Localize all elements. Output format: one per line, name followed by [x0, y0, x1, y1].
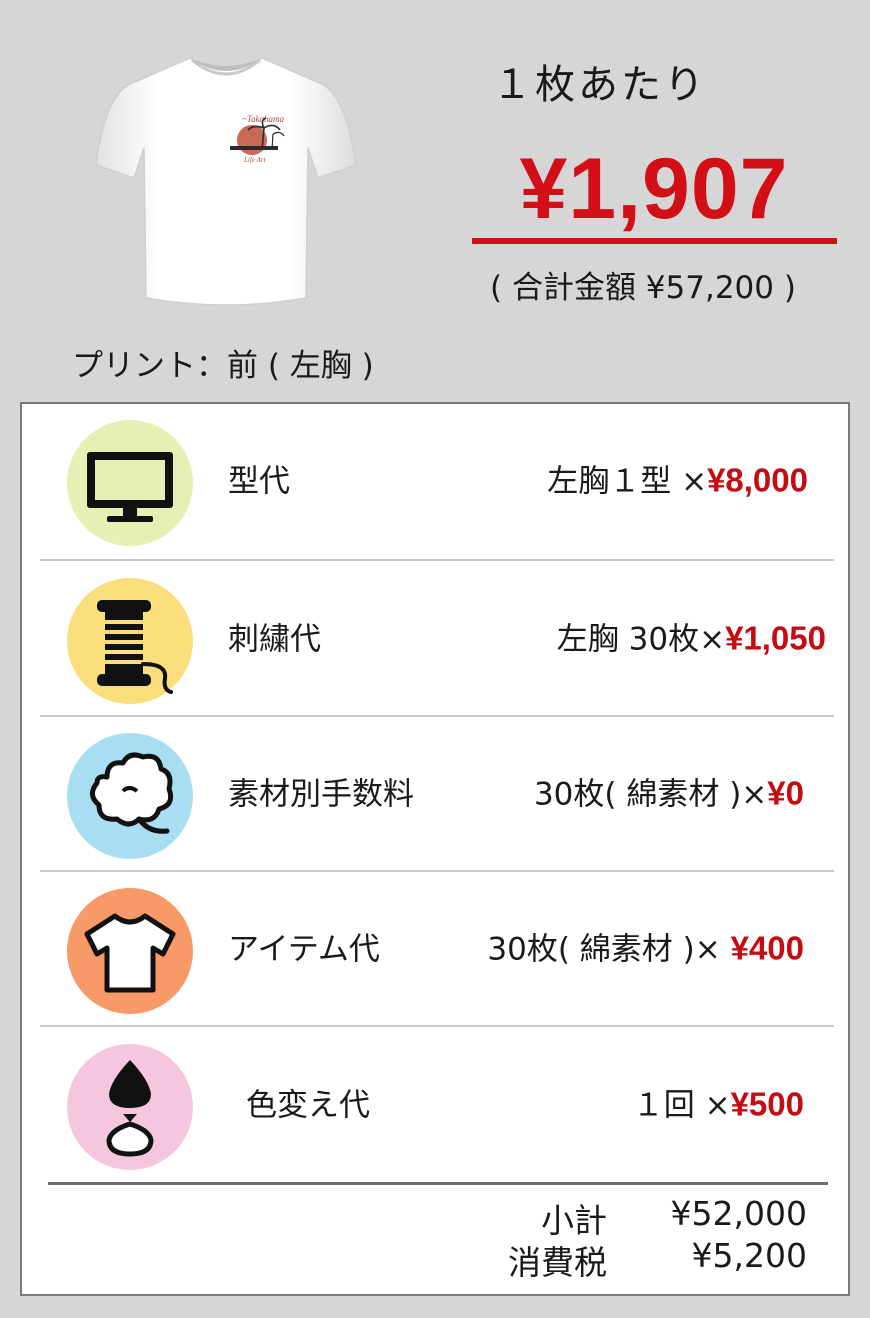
thread-spool-icon	[67, 578, 193, 704]
monitor-icon	[67, 420, 193, 546]
row-divider	[40, 1025, 834, 1027]
item-detail-text: １回 ×	[632, 1087, 731, 1124]
item-detail: 30枚( 綿素材 )×¥0	[534, 769, 804, 814]
item-label: 色変え代	[246, 1087, 370, 1124]
print-location: プリント：前 ( 左胸 )	[72, 348, 374, 384]
tax-value: ¥5,200	[691, 1236, 807, 1275]
per-unit-label: １枚あたり	[492, 62, 707, 108]
list-item: アイテム代 30枚( 綿素材 )× ¥400	[22, 872, 848, 1027]
item-detail: 左胸 30枚×¥1,050	[557, 614, 826, 659]
cotton-icon	[67, 733, 193, 859]
item-detail: １回 ×¥500	[633, 1080, 804, 1125]
item-detail-text: 左胸１型 ×	[547, 463, 708, 500]
row-divider	[40, 559, 834, 561]
total-amount: ( 合計金額 ¥57,200 )	[490, 270, 796, 306]
subtotal-label: 小計	[541, 1201, 607, 1240]
price-breakdown-panel: 型代 左胸１型 ×¥8,000 刺繍代 左胸 30枚×¥1,050 素材別手数料…	[20, 402, 850, 1296]
summary-divider	[48, 1182, 828, 1185]
unit-price: ¥1,907	[519, 141, 789, 237]
subtotal-row: 小計 ¥52,000	[472, 1194, 807, 1240]
item-detail-text: 左胸 30枚×	[556, 621, 726, 658]
item-detail: 左胸１型 ×¥8,000	[547, 456, 808, 501]
tshirt-preview-image: ~Takahama Life Art	[95, 57, 357, 306]
item-amount: ¥8,000	[707, 461, 808, 499]
item-detail-text: 30枚( 綿素材 )×	[487, 931, 731, 968]
subtotal-value: ¥52,000	[670, 1194, 807, 1233]
item-label: 素材別手数料	[228, 776, 414, 813]
item-label: アイテム代	[228, 931, 380, 968]
item-amount: ¥500	[730, 1085, 804, 1123]
list-item: 素材別手数料 30枚( 綿素材 )×¥0	[22, 717, 848, 872]
item-detail: 30枚( 綿素材 )× ¥400	[487, 924, 804, 969]
item-detail-text: 30枚( 綿素材 )×	[533, 776, 768, 813]
item-label: 刺繍代	[228, 621, 321, 658]
tshirt-icon	[67, 888, 193, 1014]
svg-text:Life Art: Life Art	[243, 156, 267, 164]
list-item: 刺繍代 左胸 30枚×¥1,050	[22, 562, 848, 717]
item-amount: ¥400	[730, 929, 804, 967]
ink-drop-icon	[67, 1044, 193, 1170]
tax-label: 消費税	[508, 1243, 607, 1282]
list-item: 型代 左胸１型 ×¥8,000	[22, 404, 848, 559]
price-underline	[472, 238, 837, 244]
list-item: 色変え代 １回 ×¥500	[22, 1028, 848, 1183]
item-amount: ¥1,050	[725, 619, 826, 657]
item-label: 型代	[228, 463, 290, 500]
item-amount: ¥0	[767, 774, 804, 812]
tax-row: 消費税 ¥5,200	[472, 1236, 807, 1282]
